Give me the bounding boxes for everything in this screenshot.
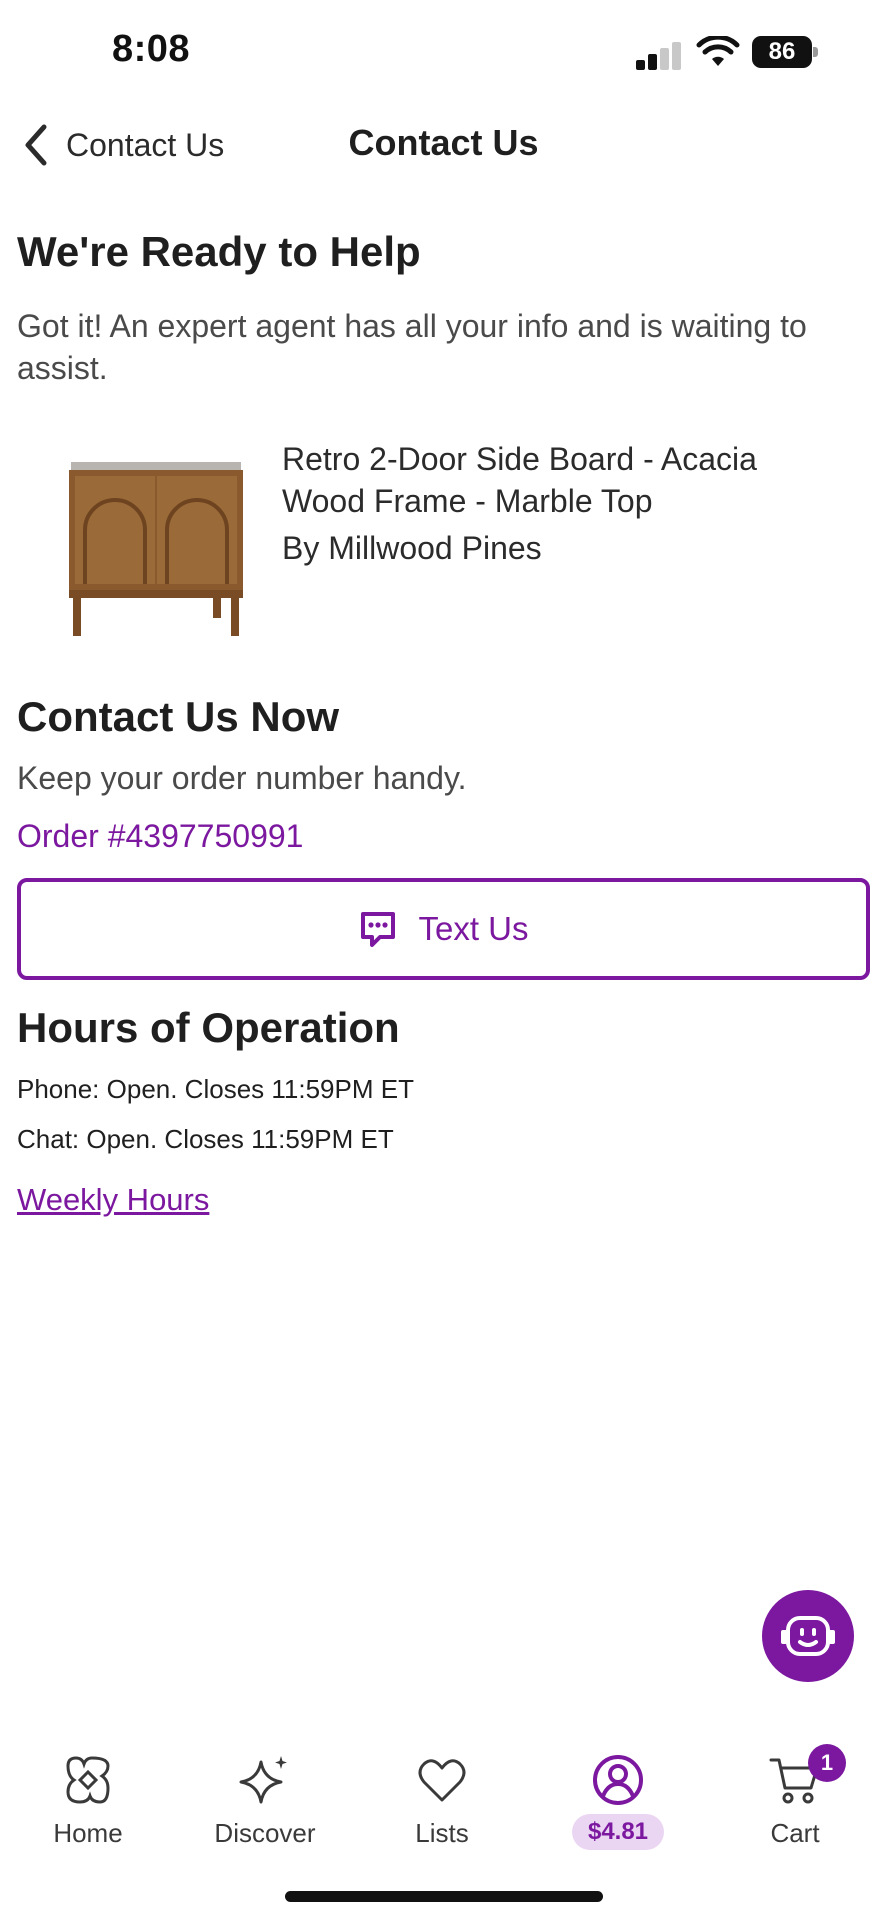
- cart-badge: 1: [808, 1744, 846, 1782]
- home-indicator[interactable]: [285, 1891, 603, 1902]
- tab-cart[interactable]: 1 Cart: [720, 1744, 870, 1862]
- chevron-left-icon: [25, 124, 47, 166]
- home-icon: [66, 1756, 110, 1804]
- back-button[interactable]: Contact Us: [20, 120, 224, 170]
- status-time: 8:08: [112, 28, 191, 70]
- status-bar: 8:08 86: [0, 0, 887, 100]
- product-brand: By Millwood Pines: [282, 530, 542, 566]
- text-us-button[interactable]: Text Us: [17, 878, 870, 980]
- signal-icon: [636, 40, 684, 70]
- product-card[interactable]: Retro 2-Door Side Board - Acacia Wood Fr…: [17, 430, 877, 636]
- battery-icon: 86: [752, 36, 818, 68]
- text-us-label: Text Us: [418, 910, 529, 947]
- tab-cart-label: Cart: [770, 1818, 820, 1848]
- robot-icon: [781, 1616, 835, 1656]
- hours-heading: Hours of Operation: [17, 1004, 400, 1051]
- tab-lists-label: Lists: [415, 1818, 469, 1848]
- tab-account[interactable]: $4.81: [543, 1752, 693, 1862]
- order-number: Order #4397750991: [17, 818, 304, 854]
- chat-icon: [361, 912, 396, 947]
- heart-icon: [418, 1759, 466, 1802]
- help-heading: We're Ready to Help: [17, 228, 421, 275]
- account-icon: [593, 1755, 643, 1805]
- product-image: [69, 462, 243, 636]
- chat-hours: Chat: Open. Closes 11:59PM ET: [17, 1124, 394, 1154]
- tab-lists[interactable]: Lists: [367, 1752, 517, 1862]
- phone-hours: Phone: Open. Closes 11:59PM ET: [17, 1074, 414, 1104]
- weekly-hours-link[interactable]: Weekly Hours: [17, 1182, 209, 1218]
- nav-header: Contact Us Contact Us: [0, 110, 887, 180]
- sparkle-icon: [239, 1756, 287, 1804]
- wifi-icon: [696, 36, 740, 66]
- tab-discover[interactable]: Discover: [190, 1752, 340, 1862]
- tab-bar: Home Discover Lists $4.81 1 Cart: [0, 1744, 887, 1862]
- assistant-button[interactable]: [762, 1590, 854, 1682]
- account-balance: $4.81: [571, 1814, 665, 1850]
- product-name: Retro 2-Door Side Board - Acacia Wood Fr…: [282, 441, 757, 519]
- tab-discover-label: Discover: [214, 1818, 316, 1848]
- help-text: Got it! An expert agent has all your inf…: [17, 308, 807, 386]
- back-label: Contact Us: [66, 126, 225, 163]
- tab-home-label: Home: [53, 1818, 123, 1848]
- contact-heading: Contact Us Now: [17, 693, 340, 740]
- tab-home[interactable]: Home: [13, 1752, 163, 1862]
- battery-level: 86: [752, 36, 812, 68]
- order-note: Keep your order number handy.: [17, 760, 467, 796]
